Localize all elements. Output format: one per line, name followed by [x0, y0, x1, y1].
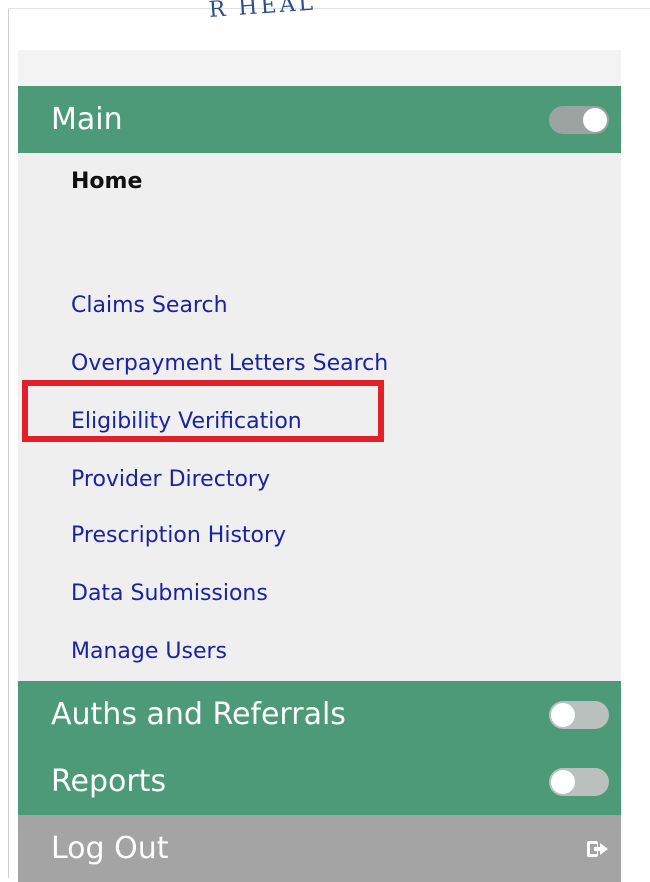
section-auths-toggle[interactable] [549, 701, 609, 729]
section-reports-label: Reports [51, 764, 167, 799]
logout-label: Log Out [51, 831, 169, 866]
section-main-header[interactable]: Main [18, 86, 621, 153]
section-auths-label: Auths and Referrals [51, 697, 346, 732]
menu-item-eligibility-verification[interactable]: Eligibility Verification [71, 409, 302, 434]
menu-item-overpayment-letters-search[interactable]: Overpayment Letters Search [71, 351, 388, 376]
logo-text: R HEAL [208, 0, 317, 23]
menu-item-home[interactable]: Home [71, 169, 142, 194]
sidebar-top-strip [18, 50, 621, 86]
section-reports-header[interactable]: Reports [18, 748, 621, 815]
menu-item-data-submissions[interactable]: Data Submissions [71, 581, 268, 606]
logout-button[interactable]: Log Out [18, 815, 621, 882]
logout-icon [587, 841, 608, 857]
toggle-knob [583, 108, 607, 132]
toggle-knob [551, 703, 575, 727]
section-reports-toggle[interactable] [549, 768, 609, 796]
section-auths-header[interactable]: Auths and Referrals [18, 681, 621, 748]
menu-item-prescription-history[interactable]: Prescription History [71, 523, 286, 548]
section-main-label: Main [51, 102, 123, 137]
toggle-knob [551, 770, 575, 794]
page-border-left [8, 8, 9, 878]
menu-item-provider-directory[interactable]: Provider Directory [71, 467, 270, 492]
main-submenu: Home Claims Search Overpayment Letters S… [18, 153, 621, 681]
menu-item-manage-users[interactable]: Manage Users [71, 639, 227, 664]
menu-item-claims-search[interactable]: Claims Search [71, 293, 228, 318]
section-main-toggle[interactable] [549, 106, 609, 134]
logo: R HEAL [200, 0, 400, 36]
sidebar: Main Home Claims Search Overpayment Lett… [18, 86, 621, 882]
